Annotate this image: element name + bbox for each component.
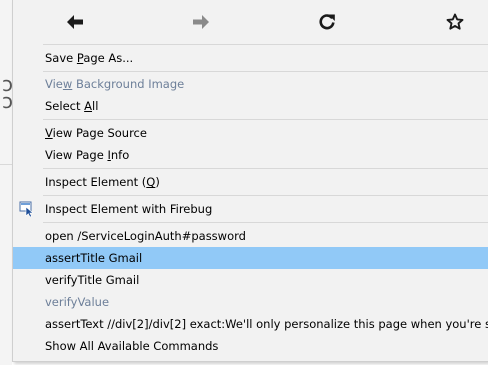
item-label: Inspect Element with Firebug <box>45 202 213 216</box>
save-page-as-item[interactable]: Save Page As... <box>13 47 488 69</box>
forward-arrow-icon <box>193 15 209 29</box>
selenium-command-assert-text[interactable]: assertText //div[2]/div[2] exact:We'll o… <box>13 313 488 335</box>
item-label: Save <box>45 51 77 65</box>
menu-separator <box>43 168 488 169</box>
item-label: nfo <box>110 148 130 162</box>
item-label: assertText //div[2]/div[2] exact:We'll o… <box>45 317 488 331</box>
item-label: open /ServiceLoginAuth#password <box>45 229 246 243</box>
context-menu: Save Page As... View Background Image Se… <box>12 0 488 362</box>
item-label: verifyValue <box>45 295 110 309</box>
menu-separator <box>43 71 488 72</box>
item-label: ll <box>92 99 99 113</box>
selenium-command-verify-title[interactable]: verifyTitle Gmail <box>13 269 488 291</box>
back-button[interactable] <box>53 2 97 42</box>
show-all-commands-item[interactable]: Show All Available Commands <box>13 335 488 357</box>
item-label: Show All Available Commands <box>45 339 219 353</box>
view-page-info-item[interactable]: View Page Info <box>13 144 488 166</box>
view-page-source-item[interactable]: View Page Source <box>13 122 488 144</box>
menu-separator <box>43 195 488 196</box>
inspect-element-item[interactable]: Inspect Element (Q) <box>13 171 488 193</box>
bookmark-button[interactable] <box>433 2 477 42</box>
menu-separator <box>43 44 488 45</box>
select-all-item[interactable]: Select All <box>13 95 488 117</box>
item-label: assertTitle Gmail <box>45 251 143 265</box>
menu-separator <box>43 222 488 223</box>
selenium-command-verify-value: verifyValue <box>13 291 488 313</box>
item-label: Vie <box>45 77 63 91</box>
selenium-command-open[interactable]: open /ServiceLoginAuth#password <box>13 225 488 247</box>
item-label: Inspect Element ( <box>45 175 147 189</box>
back-arrow-icon <box>67 15 83 29</box>
item-label: Background Image <box>72 77 185 91</box>
forward-button[interactable] <box>179 2 223 42</box>
item-accesskey: A <box>84 99 93 113</box>
item-label: verifyTitle Gmail <box>45 273 140 287</box>
reload-icon <box>319 14 335 30</box>
page-edge-divider <box>0 164 12 165</box>
inspect-with-firebug-item[interactable]: Inspect Element with Firebug <box>13 198 488 220</box>
selenium-command-assert-title[interactable]: assertTitle Gmail <box>13 247 488 269</box>
item-accesskey: w <box>62 77 73 91</box>
reload-button[interactable] <box>305 2 349 42</box>
item-accesskey: Q <box>146 175 156 189</box>
firebug-inspect-icon <box>19 201 34 217</box>
item-label: age As... <box>83 51 134 65</box>
star-icon <box>446 13 464 30</box>
menu-separator <box>43 119 488 120</box>
item-label: ) <box>155 175 160 189</box>
item-label: iew Page Source <box>52 126 147 140</box>
item-label: View Page <box>45 148 108 162</box>
item-label: Select <box>45 99 85 113</box>
view-background-image-item: View Background Image <box>13 73 488 95</box>
page-left-edge <box>0 0 12 365</box>
item-accesskey: V <box>45 126 53 140</box>
navigation-bar <box>13 2 488 42</box>
